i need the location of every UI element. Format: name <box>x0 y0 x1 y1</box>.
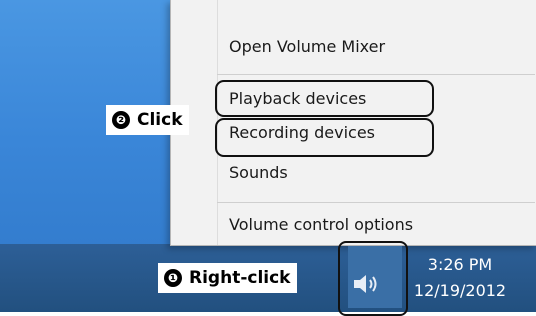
highlight-recording-devices <box>215 118 434 157</box>
taskbar-clock[interactable]: 3:26 PM 12/19/2012 <box>405 252 515 304</box>
highlight-volume-icon <box>338 241 408 316</box>
step-1-number: ❶ <box>164 269 182 287</box>
menu-separator <box>217 74 535 75</box>
menu-separator <box>217 202 535 203</box>
step-2-text: Click <box>137 110 183 130</box>
menu-item-open-volume-mixer[interactable]: Open Volume Mixer <box>229 32 385 62</box>
step-1-text: Right-click <box>189 268 291 288</box>
highlight-playback-devices <box>215 80 434 117</box>
step-2-click-label: ❷ Click <box>106 105 189 135</box>
clock-date: 12/19/2012 <box>413 281 507 300</box>
menu-item-sounds[interactable]: Sounds <box>229 158 288 188</box>
clock-time: 3:26 PM <box>427 255 493 274</box>
menu-item-volume-control-options[interactable]: Volume control options <box>229 210 413 240</box>
step-2-number: ❷ <box>112 111 130 129</box>
step-1-right-click-label: ❶ Right-click <box>158 263 297 293</box>
